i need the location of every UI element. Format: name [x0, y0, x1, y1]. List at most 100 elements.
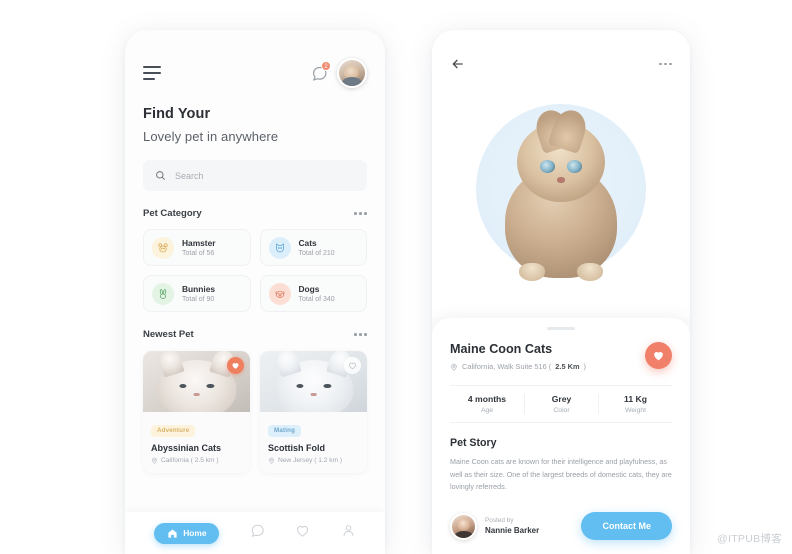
stat-weight: 11 Kg Weight: [598, 394, 672, 414]
pet-category-header: Pet Category: [125, 208, 385, 219]
posted-by-name: Nannie Barker: [485, 526, 540, 536]
cat-illustration: [156, 351, 237, 412]
detail-title-row: Maine Coon Cats California, Walk Suite 5…: [450, 342, 672, 371]
detail-location: California, Walk Suite 516 ( 2.5 Km ): [450, 362, 586, 371]
newest-pet-header: Newest Pet: [125, 329, 385, 340]
pet-category-title: Pet Category: [143, 208, 202, 219]
category-card-hamster[interactable]: Hamster Total of 56: [143, 229, 251, 266]
stat-label: Age: [480, 407, 494, 414]
nav-item-profile[interactable]: [341, 523, 356, 543]
detail-location-suffix: ): [583, 362, 586, 371]
pet-photo: [260, 351, 367, 412]
pet-location-text: New Jersey ( 1.2 km ): [278, 457, 343, 464]
category-name: Dogs: [298, 284, 320, 295]
pet-card-abyssinian[interactable]: Adventure Abyssinian Cats California ( 2…: [143, 351, 250, 473]
search-bar[interactable]: Search: [143, 160, 367, 191]
category-name: Hamster: [182, 238, 216, 249]
hamster-icon: [152, 236, 174, 259]
favorite-button[interactable]: [344, 357, 361, 374]
pet-location: California ( 2.5 km ): [151, 457, 242, 464]
heart-icon: [349, 362, 356, 370]
detail-top-bar: [432, 30, 690, 98]
posted-by-label: Posted by: [485, 516, 514, 524]
home-top-bar: 2: [125, 30, 385, 88]
nav-item-chat[interactable]: [250, 523, 265, 543]
category-name: Cats: [298, 238, 317, 249]
screenshot-stage: 2 Find Your Lovely pet in anywhere Searc…: [0, 0, 792, 554]
cat-illustration: [273, 351, 354, 412]
search-placeholder: Search: [175, 170, 204, 181]
pet-tag: Mating: [268, 424, 302, 437]
pet-story-title: Pet Story: [450, 437, 497, 449]
poster-avatar[interactable]: [450, 512, 477, 540]
sheet-drag-handle[interactable]: [547, 327, 575, 330]
back-arrow-icon[interactable]: [450, 56, 466, 72]
favorite-button[interactable]: [227, 357, 244, 374]
location-pin-icon: [152, 457, 157, 464]
stat-age: 4 months Age: [450, 394, 524, 414]
person-icon: [343, 525, 354, 536]
heading-primary: Find Your: [143, 106, 211, 122]
pet-category-more-dots-icon[interactable]: [354, 212, 367, 215]
user-avatar[interactable]: [337, 58, 367, 88]
stat-value: Grey: [551, 394, 572, 404]
detail-location-prefix: California, Walk Suite 516 (: [462, 362, 552, 371]
cat-icon: [268, 236, 291, 259]
dog-icon: [268, 282, 291, 305]
poster-text: Posted by Nannie Barker: [485, 517, 539, 536]
notification-badge: 2: [321, 60, 331, 71]
stat-color: Grey Color: [524, 394, 598, 414]
search-icon: [156, 171, 165, 180]
category-total: Total of 90: [182, 295, 215, 303]
chat-icon: [251, 524, 264, 537]
bottom-navigation: Home: [125, 512, 385, 554]
nav-item-home[interactable]: Home: [154, 522, 220, 544]
newest-pet-more-dots-icon[interactable]: [354, 333, 367, 336]
chat-bubble-icon[interactable]: 2: [311, 60, 331, 82]
heart-icon: [654, 352, 663, 361]
pet-detail-phone: Maine Coon Cats California, Walk Suite 5…: [432, 30, 690, 554]
pet-location-text: California ( 2.5 km ): [161, 457, 219, 464]
stat-value: 11 Kg: [624, 394, 647, 404]
pet-name: Scottish Fold: [268, 443, 325, 453]
location-pin-icon: [269, 457, 274, 464]
hamburger-menu-icon[interactable]: [143, 66, 163, 80]
pet-tag: Adventure: [151, 424, 196, 437]
home-screen-phone: 2 Find Your Lovely pet in anywhere Searc…: [125, 30, 385, 554]
category-card-cats[interactable]: Cats Total of 210: [259, 229, 367, 266]
category-card-bunnies[interactable]: Bunnies Total of 90: [143, 275, 251, 312]
watermark: @ITPUB博客: [717, 533, 782, 545]
pet-photo: [143, 351, 250, 412]
pet-info: Adventure Abyssinian Cats California ( 2…: [143, 412, 250, 473]
top-bar-actions: 2: [311, 58, 367, 88]
contact-me-button[interactable]: Contact Me: [581, 512, 672, 540]
pet-story-body: Maine Coon cats are known for their inte…: [450, 457, 672, 492]
detail-footer: Posted by Nannie Barker Contact Me: [450, 512, 672, 540]
category-name: Bunnies: [182, 284, 216, 295]
page-title: Maine Coon Cats: [450, 342, 553, 356]
home-icon: [168, 528, 177, 538]
pet-location: New Jersey ( 1.2 km ): [268, 457, 359, 464]
category-total: Total of 56: [182, 249, 215, 257]
category-total: Total of 210: [298, 249, 335, 257]
pet-info: Mating Scottish Fold New Jersey ( 1.2 km…: [260, 412, 367, 473]
stat-label: Weight: [624, 407, 647, 414]
pet-card-scottish-fold[interactable]: Mating Scottish Fold New Jersey ( 1.2 km…: [260, 351, 367, 473]
detail-more-dots-icon[interactable]: [659, 62, 672, 66]
poster-info: Posted by Nannie Barker: [450, 512, 539, 540]
newest-pet-list: Adventure Abyssinian Cats California ( 2…: [143, 351, 367, 473]
nav-item-favorites[interactable]: [295, 523, 310, 543]
like-button[interactable]: [645, 342, 672, 369]
maine-coon-kitten-photo: [495, 106, 627, 281]
pet-category-grid: Hamster Total of 56 Cats Total of 210 Bu…: [143, 229, 367, 312]
bunny-icon: [152, 282, 174, 305]
category-total: Total of 340: [298, 295, 335, 303]
home-headings: Find Your Lovely pet in anywhere: [125, 88, 385, 144]
stat-value: 4 months: [467, 394, 507, 404]
pet-stats: 4 months Age Grey Color 11 Kg Weight: [450, 385, 672, 423]
pet-name: Abyssinian Cats: [151, 443, 222, 453]
category-card-dogs[interactable]: Dogs Total of 340: [259, 275, 367, 312]
location-pin-icon: [451, 363, 457, 371]
detail-location-distance: 2.5 Km: [555, 362, 580, 371]
nav-home-label: Home: [183, 528, 207, 538]
